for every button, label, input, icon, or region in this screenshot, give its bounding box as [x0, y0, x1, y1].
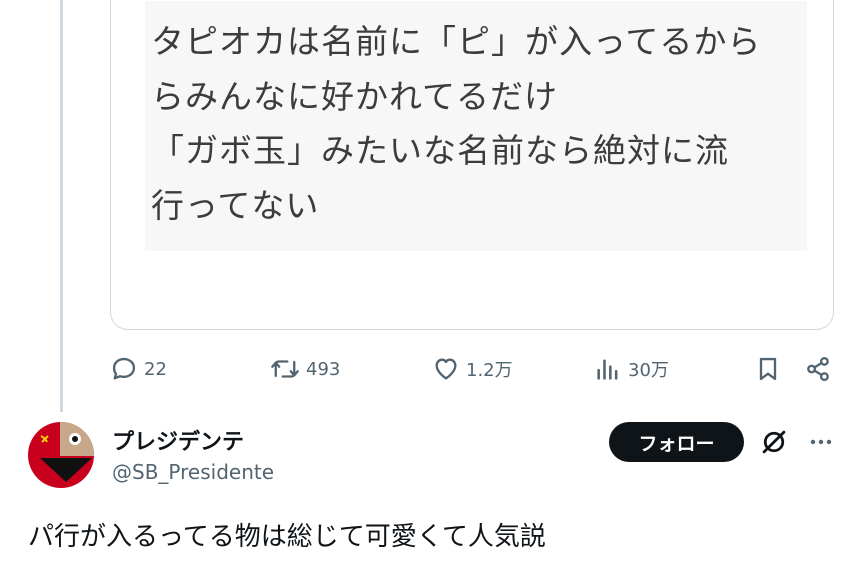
share-icon [807, 356, 829, 382]
views-button[interactable]: 30万 [594, 352, 669, 386]
avatar[interactable] [28, 422, 94, 488]
heart-icon [435, 358, 457, 380]
bookmark-button[interactable] [754, 352, 782, 386]
repost-button[interactable]: 493 [270, 352, 340, 386]
reply-count: 22 [144, 358, 167, 380]
user-handle[interactable]: @SB_Presidente [112, 460, 274, 484]
repost-count: 493 [306, 358, 341, 380]
reply-button[interactable]: 22 [110, 352, 167, 386]
share-button[interactable] [804, 352, 832, 386]
bookmark-icon [759, 357, 777, 381]
view-count: 30万 [628, 360, 669, 381]
reply-icon [112, 357, 136, 380]
post-text: パ行が入るってる物は総じて可愛くて人気説 [28, 522, 546, 552]
more-icon[interactable] [808, 430, 834, 454]
follow-button[interactable]: フォロー [609, 422, 744, 462]
post-action-bar: 22 493 1.2万 30万 [110, 352, 860, 386]
avatar-image [28, 422, 94, 488]
like-button[interactable]: 1.2万 [432, 352, 513, 386]
views-icon [597, 359, 618, 380]
quoted-post-card[interactable]: タピオカは名前に「ピ」が入ってるから らみんなに好かれてるだけ 「ガボ玉」みたい… [110, 0, 834, 330]
like-count: 1.2万 [466, 360, 513, 381]
quoted-image-text: タピオカは名前に「ピ」が入ってるから らみんなに好かれてるだけ 「ガボ玉」みたい… [151, 22, 762, 225]
repost-icon [271, 360, 299, 378]
thread-connector-line [60, 0, 63, 412]
user-display-name[interactable]: プレジデンテ [112, 424, 244, 456]
grok-icon[interactable] [760, 428, 788, 456]
